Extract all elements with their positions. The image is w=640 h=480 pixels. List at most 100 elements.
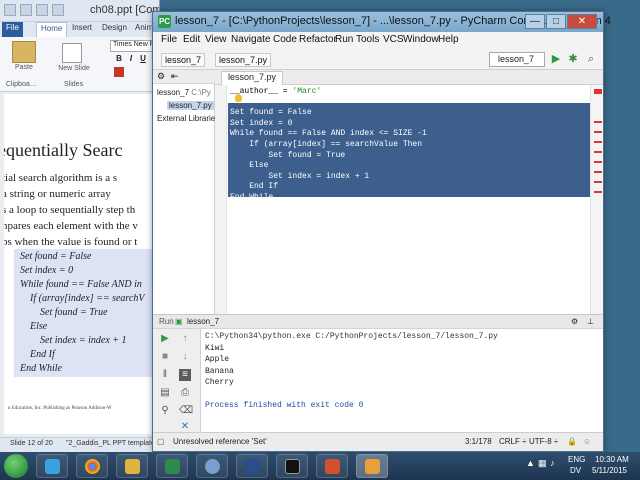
paste-icon[interactable]	[12, 41, 36, 63]
volume-icon[interactable]: ♪	[550, 458, 555, 468]
taskbar-app-internet-explorer[interactable]	[36, 454, 68, 478]
taskbar-app-chrome[interactable]	[76, 454, 108, 478]
search-everywhere-icon[interactable]: ⌕	[585, 53, 597, 65]
taskbar-app-file-manager[interactable]	[116, 454, 148, 478]
run-console[interactable]: C:\Python34\python.exe C:/PythonProjects…	[201, 329, 603, 432]
menu-tools[interactable]: Tools	[356, 34, 379, 45]
breadcrumb-project[interactable]: lesson_7	[161, 53, 206, 67]
code-line[interactable]: Set index = index + 1	[230, 172, 369, 181]
clock-time[interactable]: 10:30 AM	[595, 455, 629, 464]
underline-button[interactable]: U	[138, 54, 148, 64]
font-color-icon[interactable]	[114, 67, 124, 77]
maximize-button[interactable]: □	[546, 14, 566, 29]
code-line[interactable]: __author__ = 'Marc'	[230, 87, 321, 96]
scroll-down-icon[interactable]: ↓	[179, 351, 191, 363]
code-line[interactable]: Else	[230, 161, 268, 170]
error-mark[interactable]	[594, 161, 602, 163]
tray-chevron-icon[interactable]: ▲	[526, 458, 535, 468]
bold-button[interactable]: B	[114, 54, 124, 64]
menu-help[interactable]: Help	[438, 34, 459, 45]
start-button[interactable]	[4, 454, 28, 478]
menu-edit[interactable]: Edit	[183, 34, 200, 45]
code-line[interactable]: Set found = True	[230, 151, 345, 160]
run-config-selector[interactable]: lesson_7	[489, 52, 545, 67]
taskbar-app-thunderbird[interactable]	[196, 454, 228, 478]
new-slide-icon[interactable]	[62, 43, 82, 63]
run-icon[interactable]: ▶	[550, 53, 562, 65]
menu-file[interactable]: File	[161, 34, 177, 45]
status-toggle-icon[interactable]: ▢	[157, 437, 165, 446]
clear-icon[interactable]: ⌫	[179, 405, 193, 417]
clock-date[interactable]: 5/11/2015	[592, 466, 627, 475]
code-line[interactable]: Set index = 0	[230, 119, 292, 128]
close-button[interactable]: ✕	[567, 14, 597, 29]
slide-canvas[interactable]: equentially Searc tial search algorithm …	[4, 94, 156, 434]
ppt-tab-design[interactable]: Design	[98, 22, 131, 37]
code-line[interactable]: Set found = False	[230, 108, 312, 117]
error-mark[interactable]	[594, 141, 602, 143]
breadcrumb-file[interactable]: lesson_7.py	[215, 53, 272, 67]
taskbar-app-pycharm[interactable]	[356, 454, 388, 478]
menu-view[interactable]: View	[205, 34, 227, 45]
keyboard-layout[interactable]: DV	[570, 466, 581, 475]
project-root[interactable]: lesson_7 C:\Py	[157, 88, 211, 97]
code-line[interactable]: While found == False AND index <= SIZE -…	[230, 129, 427, 138]
editor-gutter[interactable]	[215, 85, 227, 314]
ppt-tab-file[interactable]: File	[2, 22, 23, 37]
taskbar-app-terminal[interactable]	[276, 454, 308, 478]
taskbar-app-powerpoint[interactable]	[316, 454, 348, 478]
taskbar-app-excel[interactable]	[156, 454, 188, 478]
caret-position[interactable]: 3:1/178	[465, 437, 492, 446]
settings-icon[interactable]: ⚙	[571, 317, 578, 326]
editor-tab-lesson7[interactable]: lesson_7.py	[221, 71, 284, 85]
code-line[interactable]: End If	[230, 182, 278, 191]
error-mark[interactable]	[594, 171, 602, 173]
error-mark[interactable]	[594, 191, 602, 193]
ppt-tab-home[interactable]: Home	[36, 22, 68, 37]
error-stripe[interactable]	[590, 85, 603, 314]
italic-button[interactable]: I	[126, 54, 136, 64]
run-tab-name[interactable]: lesson_7	[187, 317, 219, 326]
project-file-lesson7[interactable]: lesson_7.py	[167, 101, 214, 110]
ppt-tab-insert[interactable]: Insert	[68, 22, 96, 37]
scroll-up-icon[interactable]: ↑	[179, 333, 191, 345]
error-mark[interactable]	[594, 131, 602, 133]
error-mark[interactable]	[594, 151, 602, 153]
menu-vcs[interactable]: VCS	[383, 34, 404, 45]
keyboard-language[interactable]: ENG	[568, 455, 585, 464]
error-mark[interactable]	[594, 121, 602, 123]
dump-threads-icon[interactable]: ▤	[159, 387, 171, 399]
error-mark[interactable]	[594, 181, 602, 183]
code-editor[interactable]: __author__ = 'Marc' Set found = False Set …	[227, 85, 590, 314]
stop-icon[interactable]: ■	[159, 351, 171, 363]
menu-window[interactable]: Window	[403, 34, 439, 45]
soft-wrap-icon[interactable]: ≡	[179, 369, 191, 381]
redo-icon[interactable]	[52, 4, 64, 16]
rerun-icon[interactable]: ▶	[159, 333, 171, 345]
lock-icon[interactable]: 🔒	[567, 437, 577, 446]
print-icon[interactable]: ⎙	[179, 387, 191, 399]
code-line[interactable]: End While	[230, 193, 273, 202]
menu-refactor[interactable]: Refactor	[299, 34, 337, 45]
menu-navigate[interactable]: Navigate	[231, 34, 270, 45]
save-icon[interactable]	[20, 4, 32, 16]
taskbar-app-powershell[interactable]	[236, 454, 268, 478]
gear-icon[interactable]: ⚙	[157, 71, 165, 82]
network-icon[interactable]: ▦	[538, 458, 547, 469]
collapse-icon[interactable]: ⇤	[171, 71, 179, 82]
font-name-box[interactable]: Times New R	[110, 40, 158, 52]
line-separator[interactable]: CRLF ÷	[499, 437, 527, 446]
menu-code[interactable]: Code	[273, 34, 297, 45]
undo-icon[interactable]	[36, 4, 48, 16]
menu-run[interactable]: Run	[335, 34, 353, 45]
debug-icon[interactable]: ✱	[567, 53, 579, 65]
ppt-app-icon[interactable]	[4, 4, 16, 16]
minimize-button[interactable]: —	[525, 14, 545, 29]
pin-icon[interactable]: ⚲	[159, 405, 171, 417]
inspector-icon[interactable]: ☺	[583, 437, 591, 446]
code-line[interactable]: If (array[index] == searchValue Then	[230, 140, 422, 149]
pause-icon[interactable]: ‖	[159, 369, 171, 381]
project-external-libraries[interactable]: External Librarie	[157, 114, 215, 123]
file-encoding[interactable]: UTF-8 ÷	[529, 437, 558, 446]
hide-panel-icon[interactable]: ⊥	[587, 317, 594, 326]
